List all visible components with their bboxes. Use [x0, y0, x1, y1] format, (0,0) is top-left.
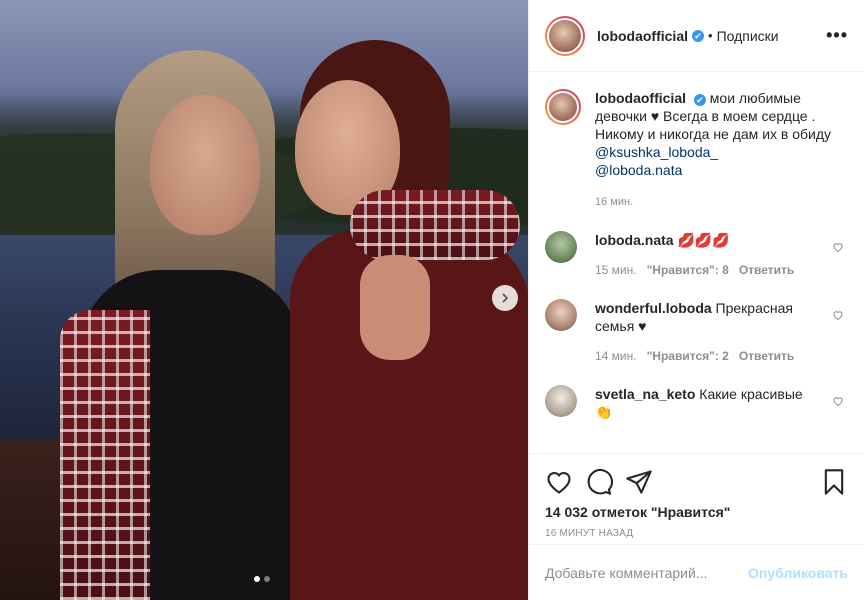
comment-item: wonderful.loboda Прекрасная семья ♥ 14 м…: [545, 299, 848, 365]
carousel-indicator: [254, 576, 270, 582]
caption-timestamp[interactable]: 16 мин.: [595, 193, 835, 211]
comment-input[interactable]: [545, 564, 749, 581]
reply-button[interactable]: Ответить: [739, 261, 794, 279]
following-button[interactable]: Подписки: [717, 28, 779, 44]
mention-link[interactable]: @ksushka_loboda_: [595, 143, 835, 161]
caption-username[interactable]: lobodaofficial: [595, 90, 686, 106]
share-icon[interactable]: [625, 468, 653, 496]
post-photo[interactable]: [0, 0, 528, 600]
comments-list[interactable]: lobodaofficial ✔ мои любимые девочки ♥ В…: [529, 73, 864, 453]
post-actions: 14 032 отметок "Нравится" 16 минут назад: [529, 453, 864, 539]
comment-composer: Опубликовать: [529, 544, 864, 600]
post-details-panel: lobodaofficial ✔ • Подписки ••• lobodaof…: [528, 0, 864, 600]
author-avatar[interactable]: [545, 15, 585, 56]
header-separator: •: [708, 28, 713, 43]
photo-arm: [360, 255, 430, 360]
commenter-username[interactable]: wonderful.loboda: [595, 300, 712, 316]
carousel-dot: [264, 576, 270, 582]
comment-icon[interactable]: [585, 468, 613, 496]
commenter-avatar[interactable]: [545, 299, 577, 331]
comment-text: 💋💋💋: [677, 232, 730, 248]
mention-link[interactable]: @loboda.nata: [595, 161, 835, 179]
post-timestamp[interactable]: 16 минут назад: [545, 528, 848, 539]
commenter-avatar[interactable]: [545, 385, 577, 417]
heart-icon[interactable]: [545, 468, 573, 496]
caption-avatar[interactable]: [545, 89, 581, 125]
comment-item: loboda.nata 💋💋💋 15 мин. "Нравится": 8 От…: [545, 231, 848, 279]
comment-timestamp[interactable]: 15 мин.: [595, 261, 637, 279]
bookmark-icon[interactable]: [820, 468, 848, 496]
heart-icon[interactable]: [832, 241, 844, 253]
commenter-username[interactable]: loboda.nata: [595, 232, 674, 248]
heart-icon[interactable]: [832, 395, 844, 407]
comment-timestamp[interactable]: 14 мин.: [595, 347, 637, 365]
commenter-avatar[interactable]: [545, 231, 577, 263]
verified-icon: ✔: [693, 94, 706, 106]
comment-item: svetla_na_keto Какие красивые 👏: [545, 385, 848, 421]
publish-button[interactable]: Опубликовать: [748, 565, 848, 581]
reply-button[interactable]: Ответить: [739, 347, 794, 365]
author-username[interactable]: lobodaofficial: [597, 28, 688, 44]
post-caption: lobodaofficial ✔ мои любимые девочки ♥ В…: [545, 89, 848, 211]
post-header: lobodaofficial ✔ • Подписки •••: [529, 0, 864, 72]
comment-likes-count[interactable]: "Нравится": 8: [647, 261, 729, 279]
verified-icon: ✔: [692, 29, 704, 42]
commenter-username[interactable]: svetla_na_keto: [595, 386, 695, 402]
likes-count[interactable]: 14 032 отметок "Нравится": [545, 504, 848, 520]
carousel-dot-active: [254, 576, 260, 582]
comment-likes-count[interactable]: "Нравится": 2: [647, 347, 729, 365]
chevron-right-icon: [502, 293, 509, 303]
heart-icon[interactable]: [832, 309, 844, 321]
next-photo-button[interactable]: [492, 285, 518, 311]
more-icon[interactable]: •••: [826, 25, 848, 46]
